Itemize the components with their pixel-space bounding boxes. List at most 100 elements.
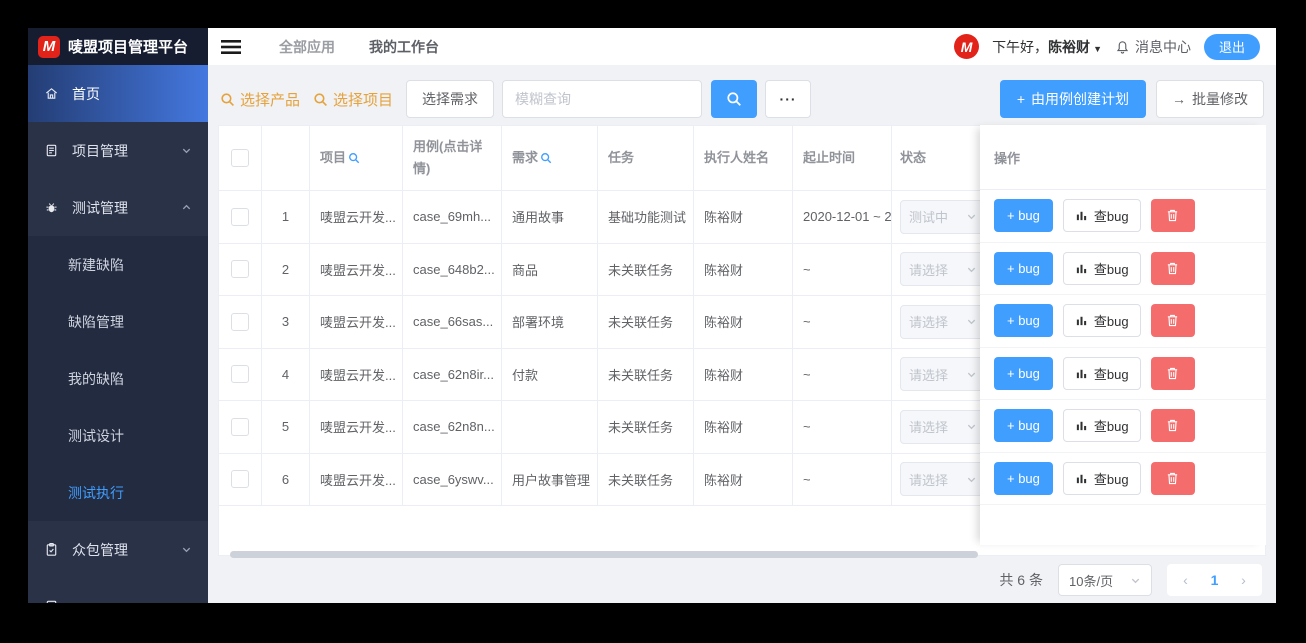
row-checkbox[interactable] (231, 470, 249, 489)
row-checkbox[interactable] (231, 260, 249, 279)
cell-index: 3 (262, 296, 310, 348)
delete-button[interactable] (1150, 199, 1195, 233)
status-select[interactable]: 测试中 (900, 199, 981, 234)
home-icon (44, 86, 59, 101)
view-bug-button[interactable]: 查bug (1062, 356, 1141, 390)
sidebar-item-2[interactable]: 测试管理 (28, 179, 208, 236)
username: 陈裕财 (1048, 38, 1091, 55)
top-nav: 全部应用 我的工作台 (279, 37, 439, 57)
cell-case_id[interactable]: case_69mh... (403, 191, 502, 243)
avatar[interactable]: M (954, 34, 980, 59)
next-page-button[interactable]: › (1229, 572, 1258, 588)
sidebar-item-4[interactable]: 缺陷管理 (28, 293, 208, 350)
operations-row: + bug 查bug (980, 190, 1266, 243)
add-bug-button[interactable]: + bug (994, 304, 1053, 338)
status-select[interactable]: 请选择 (900, 304, 981, 339)
document-icon (44, 599, 59, 603)
column-header-label: 状态 (900, 149, 927, 165)
status-select[interactable]: 请选择 (900, 409, 981, 444)
sidebar-item-8[interactable]: 众包管理 (28, 521, 208, 578)
select-product-label: 选择产品 (240, 91, 301, 109)
total-count: 共 6 条 (999, 572, 1043, 588)
cell-requirement: 商品 (502, 243, 598, 295)
plus-icon: + (1016, 91, 1025, 107)
add-bug-button[interactable]: + bug (994, 461, 1053, 495)
search-icon (726, 91, 742, 107)
cell-case_id[interactable]: case_6yswv... (403, 453, 502, 505)
message-center[interactable]: 消息中心 (1115, 37, 1191, 57)
operations-row: + bug 查bug (980, 453, 1266, 505)
delete-button[interactable] (1150, 409, 1195, 443)
view-bug-button[interactable]: 查bug (1062, 409, 1141, 443)
cell-index: 2 (262, 243, 310, 295)
cell-case_id[interactable]: case_66sas... (403, 296, 502, 348)
logout-button[interactable]: 退出 (1203, 33, 1260, 60)
view-bug-button[interactable]: 查bug (1062, 199, 1141, 233)
chevron-down-icon (966, 421, 977, 432)
arrow-right-icon: → (1172, 91, 1186, 107)
column-header-label: 需求 (512, 149, 539, 165)
current-page[interactable]: 1 (1200, 572, 1229, 588)
hamburger-menu-icon[interactable] (221, 39, 241, 55)
add-bug-button[interactable]: + bug (994, 251, 1053, 285)
column-header-label: 执行人姓名 (704, 149, 770, 165)
operations-column: 操作 + bug 查bug + bug 查bug + bug 查bug + bug 查bug +… (980, 125, 1266, 545)
nav-my-workbench[interactable]: 我的工作台 (369, 37, 439, 57)
status-select-value: 请选择 (909, 262, 949, 278)
delete-button[interactable] (1150, 356, 1195, 390)
delete-button[interactable] (1150, 251, 1195, 285)
trash-icon (1166, 418, 1179, 433)
caret-down-icon: ▼ (1093, 43, 1102, 54)
prev-page-button[interactable]: ‹ (1171, 572, 1200, 588)
status-select[interactable]: 请选择 (900, 357, 981, 392)
create-plan-button[interactable]: + 由用例创建计划 (999, 80, 1146, 118)
add-bug-button[interactable]: + bug (994, 356, 1053, 390)
cell-case_id[interactable]: case_648b2... (403, 243, 502, 295)
view-bug-button[interactable]: 查bug (1062, 251, 1141, 285)
page-size-select[interactable]: 10条/页 (1058, 564, 1152, 596)
select-project-link[interactable]: 选择项目 (313, 89, 393, 110)
horizontal-scrollbar[interactable] (230, 551, 978, 558)
cell-index: 6 (262, 453, 310, 505)
search-input[interactable] (502, 80, 703, 118)
user-greeting[interactable]: 下午好，陈裕财 ▼ (992, 37, 1102, 57)
sidebar-item-9[interactable] (28, 578, 208, 603)
add-bug-button[interactable]: + bug (994, 409, 1053, 443)
cell-executor: 陈裕财 (694, 296, 793, 348)
delete-button[interactable] (1150, 304, 1195, 338)
status-select[interactable]: 请选择 (900, 462, 981, 497)
cell-index: 5 (262, 401, 310, 453)
operations-header: 操作 (980, 125, 1266, 190)
cell-case_id[interactable]: case_62n8n... (403, 401, 502, 453)
view-bug-button[interactable]: 查bug (1062, 461, 1141, 495)
select-product-link[interactable]: 选择产品 (220, 89, 300, 110)
select-requirement-button[interactable]: 选择需求 (406, 80, 495, 118)
search-button[interactable] (711, 80, 758, 118)
cell-index: 1 (262, 191, 310, 243)
sidebar-item-label: 首页 (72, 85, 100, 102)
sidebar-item-6[interactable]: 测试设计 (28, 407, 208, 464)
row-checkbox[interactable] (231, 312, 249, 331)
cell-status: 请选择 (892, 454, 981, 506)
sidebar-item-3[interactable]: 新建缺陷 (28, 236, 208, 293)
sidebar-item-7[interactable]: 测试执行 (28, 464, 208, 521)
sidebar-item-1[interactable]: 项目管理 (28, 122, 208, 179)
cell-status: 请选择 (892, 349, 981, 401)
row-checkbox[interactable] (231, 365, 249, 384)
batch-edit-button[interactable]: → 批量修改 (1156, 80, 1264, 118)
row-checkbox[interactable] (231, 417, 249, 436)
cell-case_id[interactable]: case_62n8ir... (403, 348, 502, 400)
sidebar-item-0[interactable]: 首页 (28, 65, 208, 122)
cell-task: 未关联任务 (598, 453, 694, 505)
nav-all-apps[interactable]: 全部应用 (279, 37, 335, 57)
sidebar-item-5[interactable]: 我的缺陷 (28, 350, 208, 407)
status-select-value: 请选择 (909, 472, 949, 488)
row-checkbox[interactable] (231, 207, 249, 226)
select-all-checkbox[interactable] (231, 149, 249, 167)
status-select[interactable]: 请选择 (900, 252, 981, 287)
more-filters-button[interactable]: ··· (765, 80, 812, 118)
delete-button[interactable] (1150, 461, 1195, 495)
add-bug-button[interactable]: + bug (994, 199, 1053, 233)
column-header-label: 用例(点击详情) (413, 138, 483, 176)
view-bug-button[interactable]: 查bug (1062, 304, 1141, 338)
